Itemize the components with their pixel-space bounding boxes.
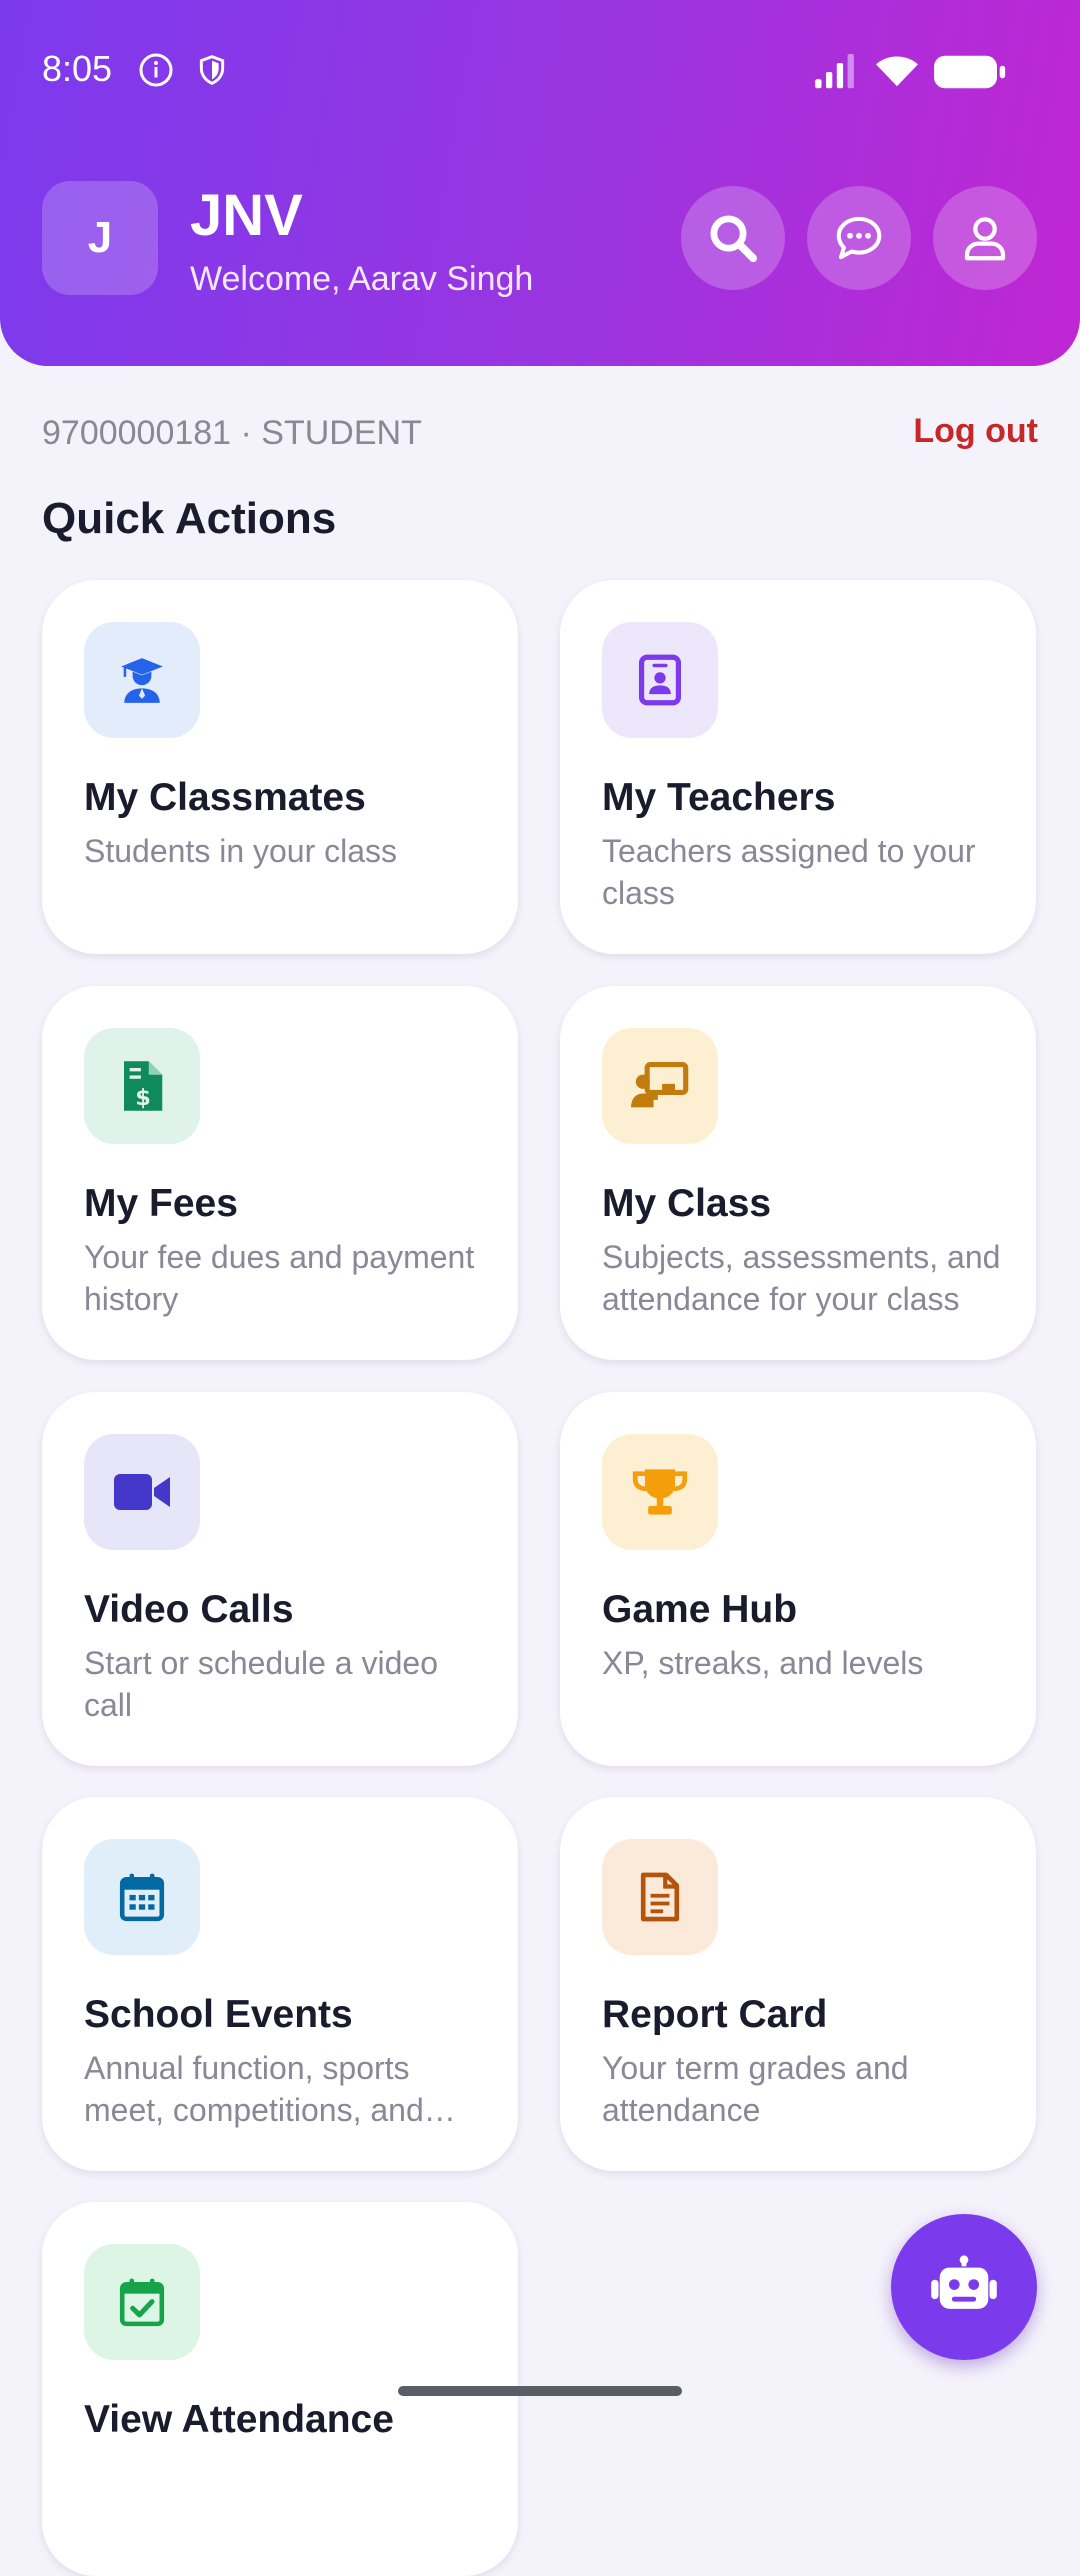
card-icon-bg (84, 1839, 200, 1955)
status-time: 8:05 (42, 48, 113, 89)
calendar-icon (119, 1873, 165, 1922)
card-title: School Events (84, 1993, 353, 2036)
app-header: 8:05 J JNV Welcome, Aarav Singh (0, 0, 1080, 366)
card-icon-bg (602, 1839, 718, 1955)
wifi-icon (876, 56, 918, 87)
card-icon-bg (84, 622, 200, 738)
card-title: Video Calls (84, 1588, 294, 1631)
card-icon-bg (84, 2244, 200, 2360)
card-report-card[interactable]: Report Card Your term grades and attenda… (560, 1797, 1036, 2171)
search-button[interactable] (681, 186, 785, 290)
card-icon-bg (602, 1434, 718, 1550)
card-title: My Classmates (84, 776, 366, 819)
card-school-events[interactable]: School Events Annual function, sports me… (42, 1797, 518, 2171)
card-my-fees[interactable]: $ My Fees Your fee dues and payment hist… (42, 986, 518, 1360)
trophy-icon (632, 1469, 688, 1515)
shield-icon (199, 55, 225, 85)
card-title: My Fees (84, 1182, 238, 1225)
home-indicator[interactable] (398, 2386, 682, 2396)
graduate-icon (121, 658, 163, 703)
card-title: My Class (602, 1182, 772, 1225)
card-my-class[interactable]: My Class Subjects, assessments, and atte… (560, 986, 1036, 1360)
card-subtitle: Start or schedule a video call (84, 1645, 438, 1723)
user-icon (964, 217, 1006, 261)
calendar-check-icon (119, 2278, 165, 2327)
card-subtitle: XP, streaks, and levels (602, 1645, 924, 1681)
welcome-text: Welcome, Aarav Singh (190, 260, 534, 298)
status-bar: 8:05 (42, 46, 1042, 96)
card-icon-bg (602, 1028, 718, 1144)
id-badge-icon (638, 654, 682, 706)
teacher-board-icon (631, 1062, 689, 1108)
card-subtitle: Students in your class (84, 833, 398, 869)
card-my-teachers[interactable]: My Teachers Teachers assigned to your cl… (560, 580, 1036, 954)
account-info: 9700000181 · STUDENT (42, 414, 422, 452)
cell-signal-icon (815, 54, 854, 89)
card-game-hub[interactable]: Game Hub XP, streaks, and levels (560, 1392, 1036, 1766)
card-icon-bg: $ (84, 1028, 200, 1144)
card-icon-bg (602, 622, 718, 738)
card-title: My Teachers (602, 776, 836, 819)
card-subtitle: Your fee dues and payment history (84, 1239, 475, 1317)
card-subtitle: Annual function, sports meet, competitio… (84, 2050, 424, 2128)
robot-icon (931, 2255, 997, 2309)
quick-actions-title: Quick Actions (42, 494, 337, 543)
logout-button[interactable]: Log out (913, 412, 1038, 451)
battery-icon (934, 55, 1006, 89)
document-icon (640, 1872, 680, 1922)
card-my-classmates[interactable]: My Classmates Students in your class (42, 580, 518, 954)
app-logo: J (42, 181, 158, 295)
svg-text:$: $ (135, 1085, 151, 1111)
card-video-calls[interactable]: Video Calls Start or schedule a video ca… (42, 1392, 518, 1766)
search-icon (710, 215, 758, 263)
chat-bubble-icon (836, 216, 882, 260)
info-icon (139, 53, 173, 87)
card-title: Game Hub (602, 1588, 798, 1631)
card-subtitle: Subjects, assessments, and attendance fo… (602, 1239, 1001, 1317)
invoice-icon: $ (124, 1061, 163, 1111)
card-icon-bg (84, 1434, 200, 1550)
assistant-fab-button[interactable] (891, 2214, 1037, 2360)
profile-button[interactable] (933, 186, 1037, 290)
card-subtitle: Your term grades and attendance (602, 2050, 909, 2128)
card-title: View Attendance (84, 2398, 394, 2441)
messages-button[interactable] (807, 186, 911, 290)
video-camera-icon (114, 1474, 170, 1510)
app-title: JNV (190, 183, 303, 248)
card-title: Report Card (602, 1993, 828, 2036)
card-subtitle: Teachers assigned to your class (602, 833, 976, 911)
